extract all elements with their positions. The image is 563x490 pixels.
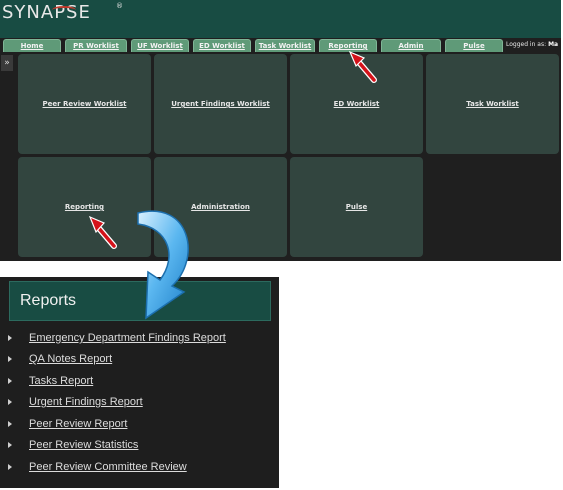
report-link[interactable]: Peer Review Committee Review [29,461,187,473]
tab-admin[interactable]: Admin [381,39,441,52]
reports-title: Reports [20,292,77,309]
reports-panel: Reports Emergency Department Findings Re… [0,277,279,488]
registered-mark: ® [116,2,123,10]
report-link[interactable]: QA Notes Report [29,353,112,365]
bullet-arrow-icon [8,442,12,448]
report-item-ed-findings[interactable]: Emergency Department Findings Report [0,330,279,346]
logged-in-user: Ma [548,41,559,48]
tile-ed-worklist[interactable]: ED Worklist [290,54,423,154]
tile-pulse[interactable]: Pulse [290,157,423,257]
bullet-arrow-icon [8,335,12,341]
bullet-arrow-icon [8,399,12,405]
tab-uf-worklist[interactable]: UF Worklist [131,39,189,52]
tile-reporting[interactable]: Reporting [18,157,151,257]
sidebar-expand-icon[interactable]: » [1,55,13,71]
bullet-arrow-icon [8,378,12,384]
tab-task-worklist[interactable]: Task Worklist [255,39,315,52]
report-link[interactable]: Peer Review Statistics [29,439,138,451]
top-nav: Home PR Worklist UF Worklist ED Worklist… [0,38,561,52]
report-item-peer-review-statistics[interactable]: Peer Review Statistics [0,437,279,453]
app-header: SYNAPSE ® [0,0,561,38]
tile-administration[interactable]: Administration [154,157,287,257]
report-link[interactable]: Urgent Findings Report [29,396,143,408]
tab-ed-worklist[interactable]: ED Worklist [193,39,251,52]
report-item-peer-review[interactable]: Peer Review Report [0,416,279,432]
tile-urgent-findings-worklist[interactable]: Urgent Findings Worklist [154,54,287,154]
tile-peer-review-worklist[interactable]: Peer Review Worklist [18,54,151,154]
tab-home[interactable]: Home [3,39,61,52]
tab-pulse[interactable]: Pulse [445,39,503,52]
bullet-arrow-icon [8,421,12,427]
tab-pr-worklist[interactable]: PR Worklist [65,39,127,52]
bullet-arrow-icon [8,356,12,362]
tile-task-worklist[interactable]: Task Worklist [426,54,559,154]
synapse-logo: SYNAPSE [2,2,91,23]
report-item-urgent-findings[interactable]: Urgent Findings Report [0,394,279,410]
logo-swoosh-icon [52,6,76,14]
report-item-qa-notes[interactable]: QA Notes Report [0,351,279,367]
reports-header: Reports [9,281,271,321]
logged-in-label: Logged in as: [506,41,547,48]
report-link[interactable]: Emergency Department Findings Report [29,332,226,344]
bullet-arrow-icon [8,464,12,470]
report-link[interactable]: Tasks Report [29,375,93,387]
report-item-tasks[interactable]: Tasks Report [0,373,279,389]
logged-in-status: Logged in as: Ma [506,41,558,48]
tab-reporting[interactable]: Reporting [319,39,377,52]
synapse-app-window: SYNAPSE ® Home PR Worklist UF Worklist E… [0,0,561,261]
report-item-peer-review-committee[interactable]: Peer Review Committee Review [0,459,279,475]
report-link[interactable]: Peer Review Report [29,418,127,430]
